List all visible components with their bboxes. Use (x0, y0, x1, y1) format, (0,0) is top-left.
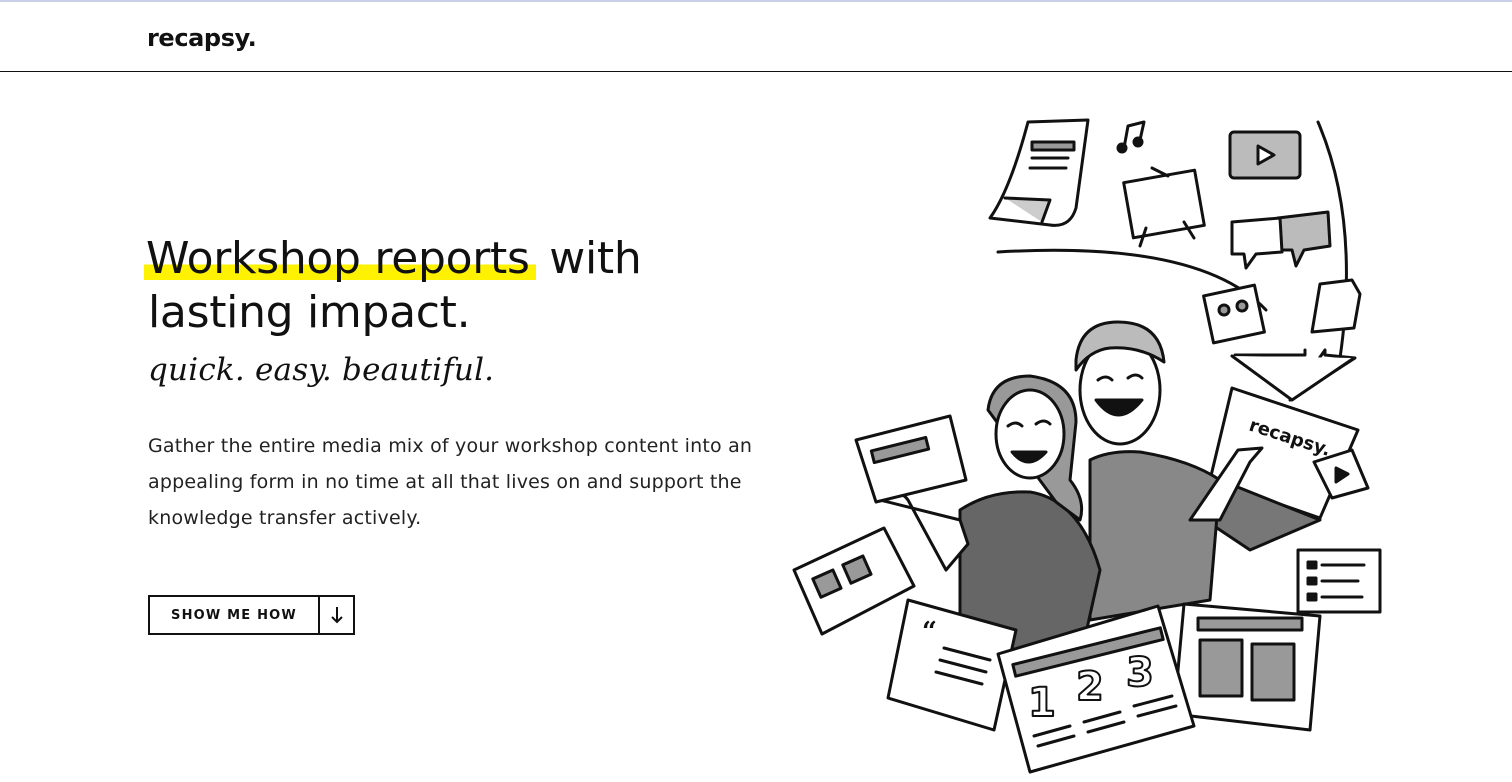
site-header: recapsy. (0, 2, 1512, 72)
step-number-3: 3 (1126, 650, 1154, 696)
site-logo[interactable]: recapsy. (147, 24, 257, 52)
chat-bubbles-icon (1230, 210, 1332, 270)
hero-title: Workshop reports with lasting impact. (144, 232, 788, 340)
two-column-card-icon (1172, 602, 1322, 732)
layout-card-icon (792, 526, 916, 636)
hero-description: Gather the entire media mix of your work… (148, 435, 753, 529)
list-card-icon (1296, 548, 1382, 614)
man-figure (1074, 320, 1264, 622)
step-number-2: 2 (1076, 664, 1104, 710)
svg-text:“: “ (922, 617, 937, 647)
show-me-how-button[interactable]: SHOW ME HOW (148, 595, 355, 635)
hero-illustration: recapsy. “ 1 2 3 (792, 118, 1382, 774)
document-icon (988, 118, 1090, 227)
hero-title-highlight: Workshop reports (144, 233, 536, 284)
document-card-icon (854, 414, 968, 504)
show-me-how-label: SHOW ME HOW (150, 597, 320, 633)
presentation-board-icon (1122, 166, 1206, 248)
file-icon (1310, 278, 1362, 334)
hero-tagline: quick. easy. beautiful. (148, 352, 495, 388)
step-number-1: 1 (1028, 680, 1056, 726)
photo-card-icon (1202, 283, 1266, 345)
music-note-icon (1116, 120, 1146, 154)
arrow-down-icon (320, 597, 353, 633)
video-play-icon (1228, 130, 1302, 180)
